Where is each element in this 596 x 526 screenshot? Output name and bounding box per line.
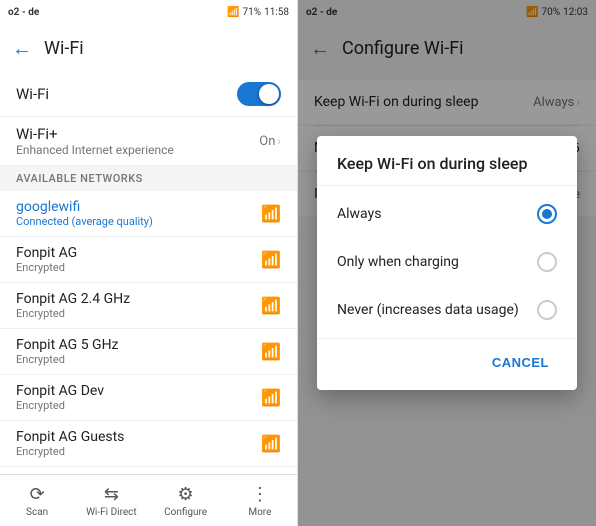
left-time: 11:58	[264, 7, 289, 18]
radio-always[interactable]	[537, 204, 557, 224]
network-googlewifi[interactable]: googlewifi Connected (average quality) 📶	[0, 191, 297, 237]
wifi-toggle-label: Wi-Fi	[16, 85, 49, 103]
nav-wifi-direct[interactable]: ⇆ Wi-Fi Direct	[74, 480, 148, 522]
left-panel: o2 - de 📶 71% 11:58 ← Wi-Fi Wi-Fi Wi-Fi+…	[0, 0, 298, 526]
wifi-toggle-row[interactable]: Wi-Fi	[0, 72, 297, 117]
wifi-toggle-switch[interactable]	[237, 82, 281, 106]
network-status-fonpit-ag: Encrypted	[16, 261, 77, 274]
network-fonpit-ag[interactable]: Fonpit AG Encrypted 📶	[0, 237, 297, 283]
nav-scan[interactable]: ⟳ Scan	[0, 480, 74, 522]
wifi-plus-row[interactable]: Wi-Fi+ Enhanced Internet experience On ›	[0, 117, 297, 166]
dialog-option-always[interactable]: Always	[317, 190, 577, 238]
left-status-icons: 📶 71% 11:58	[227, 7, 289, 18]
right-panel: o2 - de 📶 70% 12:03 ← Configure Wi-Fi Ke…	[298, 0, 596, 526]
dialog-title: Keep Wi-Fi on during sleep	[317, 136, 577, 186]
wifi-signal-icon-fonpit-5: 📶	[261, 342, 281, 361]
network-fonpit-5[interactable]: Fonpit AG 5 GHz Encrypted 📶	[0, 329, 297, 375]
wifi-signal-icon-fonpit-guests: 📶	[261, 434, 281, 453]
network-status-fonpit-24: Encrypted	[16, 307, 130, 320]
dialog-overlay: Keep Wi-Fi on during sleep Always Only w…	[298, 0, 596, 526]
cancel-button[interactable]: CANCEL	[480, 347, 561, 378]
keep-wifi-dialog: Keep Wi-Fi on during sleep Always Only w…	[317, 136, 577, 390]
wifi-plus-info: Wi-Fi+ Enhanced Internet experience	[16, 125, 174, 157]
network-name-fonpit-5: Fonpit AG 5 GHz	[16, 337, 119, 353]
nav-more[interactable]: ⋮ More	[223, 480, 297, 522]
option-label-never: Never (increases data usage)	[337, 302, 519, 318]
left-signal-icon: 📶	[227, 7, 239, 18]
option-label-charging: Only when charging	[337, 254, 459, 270]
nav-wifi-direct-label: Wi-Fi Direct	[86, 507, 137, 518]
left-battery: 71%	[243, 7, 262, 18]
wifi-plus-chevron: ›	[277, 134, 281, 148]
wifi-signal-icon-fonpit-24: 📶	[261, 296, 281, 315]
bottom-nav: ⟳ Scan ⇆ Wi-Fi Direct ⚙ Configure ⋮ More	[0, 474, 297, 526]
network-status-googlewifi: Connected (average quality)	[16, 215, 153, 228]
wifi-plus-subtitle: Enhanced Internet experience	[16, 143, 174, 157]
radio-never[interactable]	[537, 300, 557, 320]
network-status-fonpit-guests: Encrypted	[16, 445, 124, 458]
left-page-title: Wi-Fi	[44, 38, 84, 59]
nav-scan-label: Scan	[26, 507, 48, 518]
available-networks-header: AVAILABLE NETWORKS	[0, 166, 297, 191]
dialog-actions: CANCEL	[317, 338, 577, 390]
wifi-plus-title: Wi-Fi+	[16, 125, 174, 143]
dialog-options: Always Only when charging Never (increas…	[317, 186, 577, 338]
dialog-option-never[interactable]: Never (increases data usage)	[317, 286, 577, 334]
nav-configure-label: Configure	[164, 507, 207, 518]
network-name-fonpit-dev: Fonpit AG Dev	[16, 383, 104, 399]
network-name-fonpit-ag: Fonpit AG	[16, 245, 77, 261]
left-carrier: o2 - de	[8, 7, 39, 18]
left-toolbar: ← Wi-Fi	[0, 24, 297, 72]
network-fonpit-guests[interactable]: Fonpit AG Guests Encrypted 📶	[0, 421, 297, 467]
more-icon: ⋮	[251, 484, 269, 505]
network-list: googlewifi Connected (average quality) 📶…	[0, 191, 297, 474]
network-name-fonpit-guests: Fonpit AG Guests	[16, 429, 124, 445]
network-fonpit-24[interactable]: Fonpit AG 2.4 GHz Encrypted 📶	[0, 283, 297, 329]
left-back-button[interactable]: ←	[12, 36, 32, 61]
network-fonpit-dev[interactable]: Fonpit AG Dev Encrypted 📶	[0, 375, 297, 421]
network-status-fonpit-dev: Encrypted	[16, 399, 104, 412]
network-name-fonpit-24: Fonpit AG 2.4 GHz	[16, 291, 130, 307]
left-status-bar: o2 - de 📶 71% 11:58	[0, 0, 297, 24]
wifi-direct-icon: ⇆	[104, 484, 119, 505]
scan-icon: ⟳	[30, 484, 45, 505]
dialog-option-charging[interactable]: Only when charging	[317, 238, 577, 286]
configure-icon: ⚙	[178, 484, 194, 505]
radio-charging[interactable]	[537, 252, 557, 272]
network-mercury[interactable]: mercury 📶	[0, 467, 297, 474]
option-label-always: Always	[337, 206, 381, 222]
network-name-googlewifi: googlewifi	[16, 199, 153, 215]
nav-configure[interactable]: ⚙ Configure	[149, 480, 223, 522]
wifi-signal-icon-googlewifi: 📶	[261, 204, 281, 223]
wifi-signal-icon-fonpit-dev: 📶	[261, 388, 281, 407]
nav-more-label: More	[248, 507, 271, 518]
network-status-fonpit-5: Encrypted	[16, 353, 119, 366]
wifi-signal-icon-fonpit-ag: 📶	[261, 250, 281, 269]
wifi-plus-value: On ›	[259, 134, 281, 149]
